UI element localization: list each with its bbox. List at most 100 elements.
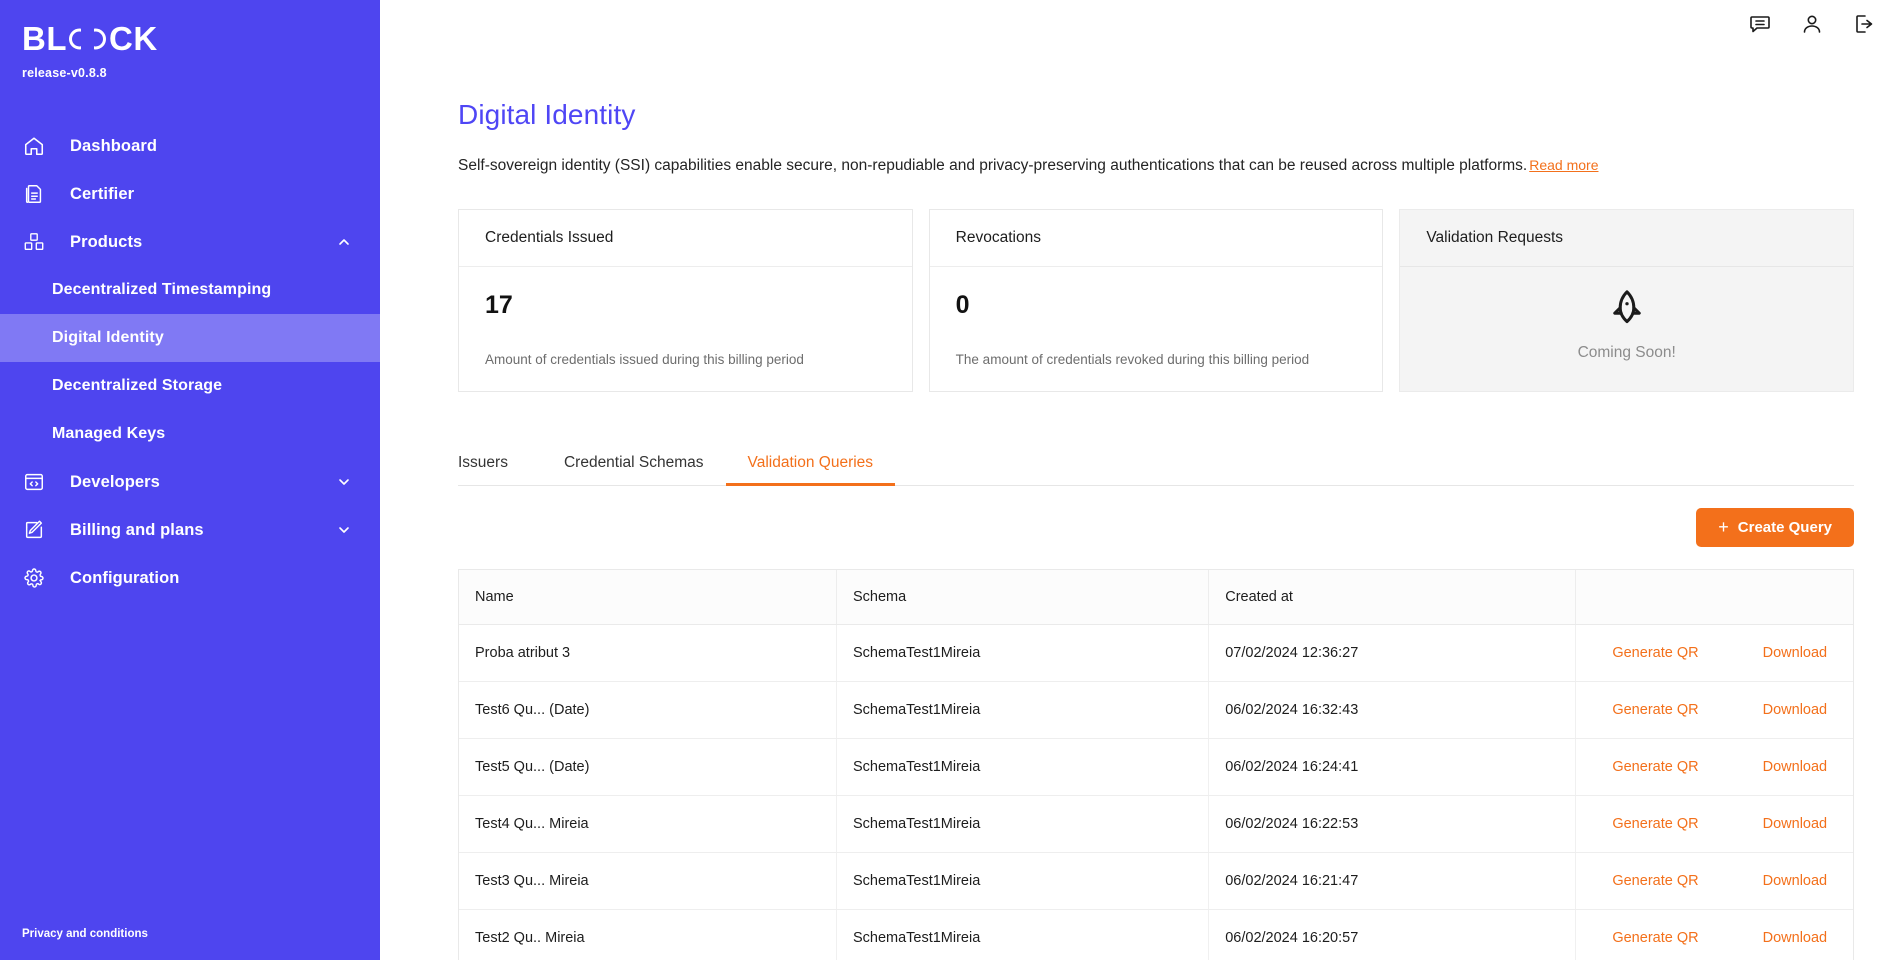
cell-schema: SchemaTest1Mireia <box>836 681 1210 739</box>
download-link[interactable]: Download <box>1763 759 1828 775</box>
sidebar-item-certifier[interactable]: Certifier <box>0 170 380 218</box>
sidebar: BL CK release-v0.8.8 Dashboard Certifier… <box>0 0 380 960</box>
cell-created-at: 06/02/2024 16:22:53 <box>1208 795 1577 853</box>
app-root: BL CK release-v0.8.8 Dashboard Certifier… <box>0 0 1904 960</box>
generate-qr-link[interactable]: Generate QR <box>1612 702 1698 718</box>
chat-icon[interactable] <box>1748 12 1772 36</box>
generate-qr-link[interactable]: Generate QR <box>1612 873 1698 889</box>
validation-queries-table: Name Schema Created at Proba atribut 3 S… <box>458 568 1854 960</box>
chevron-up-icon[interactable] <box>336 234 352 250</box>
tab-bar: Issuers Credential Schemas Validation Qu… <box>458 454 1854 486</box>
generate-qr-link[interactable]: Generate QR <box>1612 645 1698 661</box>
download-link[interactable]: Download <box>1763 816 1828 832</box>
card-body: 0 The amount of credentials revoked duri… <box>930 267 1383 391</box>
chevron-down-icon[interactable] <box>336 474 352 490</box>
generate-qr-link[interactable]: Generate QR <box>1612 930 1698 946</box>
plus-icon: + <box>1718 517 1729 538</box>
sidebar-item-digital-identity[interactable]: Digital Identity <box>0 314 380 362</box>
read-more-link[interactable]: Read more <box>1529 157 1598 173</box>
cell-schema: SchemaTest1Mireia <box>836 909 1210 960</box>
cell-schema: SchemaTest1Mireia <box>836 738 1210 796</box>
logout-icon[interactable] <box>1852 12 1876 36</box>
document-icon <box>22 182 46 206</box>
cell-created-at: 06/02/2024 16:32:43 <box>1208 681 1577 739</box>
cell-created-at: 06/02/2024 16:24:41 <box>1208 738 1577 796</box>
sidebar-item-label: Decentralized Timestamping <box>52 281 272 298</box>
page-description: Self-sovereign identity (SSI) capabiliti… <box>458 155 1854 177</box>
card-title: Credentials Issued <box>459 210 912 268</box>
generate-qr-link[interactable]: Generate QR <box>1612 759 1698 775</box>
action-bar: + Create Query <box>458 507 1854 547</box>
download-link[interactable]: Download <box>1763 645 1828 661</box>
sidebar-item-label: Billing and plans <box>70 520 204 539</box>
code-window-icon <box>22 470 46 494</box>
cell-actions: Generate QR Download <box>1575 738 1853 796</box>
brand: BL CK release-v0.8.8 <box>0 0 380 80</box>
table-head: Name Schema Created at <box>459 569 1853 625</box>
create-query-button[interactable]: + Create Query <box>1696 507 1854 547</box>
cell-actions: Generate QR Download <box>1575 852 1853 910</box>
sidebar-item-billing-and-plans[interactable]: Billing and plans <box>0 506 380 554</box>
cell-actions: Generate QR Download <box>1575 795 1853 853</box>
table-row[interactable]: Proba atribut 3 SchemaTest1Mireia 07/02/… <box>459 624 1853 682</box>
card-revocations: Revocations 0 The amount of credentials … <box>928 209 1384 392</box>
page-content: Digital Identity Self-sovereign identity… <box>380 48 1904 960</box>
logo-text-right: CK <box>109 20 158 57</box>
card-validation-requests: Validation Requests Coming Soon! <box>1399 209 1855 392</box>
stat-cards: Credentials Issued 17 Amount of credenti… <box>458 209 1855 392</box>
sidebar-item-decentralized-timestamping[interactable]: Decentralized Timestamping <box>0 266 380 314</box>
tab-validation-queries[interactable]: Validation Queries <box>725 454 896 486</box>
sidebar-item-managed-keys[interactable]: Managed Keys <box>0 410 380 458</box>
column-header-actions <box>1575 569 1853 625</box>
release-version: release-v0.8.8 <box>22 66 107 80</box>
privacy-and-conditions-link[interactable]: Privacy and conditions <box>22 928 148 940</box>
tab-credential-schemas[interactable]: Credential Schemas <box>542 454 726 485</box>
sidebar-item-decentralized-storage[interactable]: Decentralized Storage <box>0 362 380 410</box>
cell-name: Test5 Qu... (Date) <box>459 738 837 796</box>
sidebar-item-dashboard[interactable]: Dashboard <box>0 122 380 170</box>
sidebar-nav: Dashboard Certifier Products Decentraliz… <box>0 122 380 602</box>
card-subtitle: The amount of credentials revoked during… <box>955 352 1310 368</box>
cell-name: Test6 Qu... (Date) <box>459 681 837 739</box>
cell-name: Test2 Qu.. Mireia <box>459 909 837 960</box>
user-icon[interactable] <box>1800 12 1824 36</box>
table-row[interactable]: Test5 Qu... (Date) SchemaTest1Mireia 06/… <box>459 738 1853 796</box>
table-header-row: Name Schema Created at <box>459 569 1853 625</box>
chevron-down-icon[interactable] <box>336 522 352 538</box>
sidebar-item-label: Dashboard <box>70 136 158 155</box>
table-row[interactable]: Test6 Qu... (Date) SchemaTest1Mireia 06/… <box>459 681 1853 739</box>
sidebar-item-products[interactable]: Products <box>0 218 380 266</box>
sidebar-item-label: Decentralized Storage <box>52 377 223 394</box>
sidebar-item-label: Digital Identity <box>52 329 164 346</box>
page-description-text: Self-sovereign identity (SSI) capabiliti… <box>458 156 1528 174</box>
table-body: Proba atribut 3 SchemaTest1Mireia 07/02/… <box>459 624 1853 960</box>
create-query-label: Create Query <box>1737 518 1832 536</box>
table-row[interactable]: Test2 Qu.. Mireia SchemaTest1Mireia 06/0… <box>459 909 1853 960</box>
tab-issuers[interactable]: Issuers <box>458 454 530 485</box>
cell-created-at: 06/02/2024 16:20:57 <box>1208 909 1577 960</box>
cell-created-at: 07/02/2024 12:36:27 <box>1208 624 1577 682</box>
boxes-icon <box>22 230 46 254</box>
cell-created-at: 06/02/2024 16:21:47 <box>1208 852 1577 910</box>
download-link[interactable]: Download <box>1763 702 1828 718</box>
column-header-name: Name <box>459 569 837 625</box>
generate-qr-link[interactable]: Generate QR <box>1612 816 1698 832</box>
cell-actions: Generate QR Download <box>1575 624 1853 682</box>
sidebar-item-developers[interactable]: Developers <box>0 458 380 506</box>
download-link[interactable]: Download <box>1763 873 1828 889</box>
download-link[interactable]: Download <box>1763 930 1828 946</box>
cell-schema: SchemaTest1Mireia <box>836 852 1210 910</box>
card-title: Revocations <box>929 210 1383 268</box>
rocket-icon <box>1606 288 1648 330</box>
page-title: Digital Identity <box>458 99 636 130</box>
table-row[interactable]: Test3 Qu... Mireia SchemaTest1Mireia 06/… <box>459 852 1853 910</box>
top-bar <box>380 0 1904 48</box>
sidebar-item-configuration[interactable]: Configuration <box>0 554 380 602</box>
coming-soon-block: Coming Soon! <box>1400 267 1853 391</box>
coming-soon-label: Coming Soon! <box>1577 344 1676 362</box>
column-header-schema: Schema <box>836 569 1210 625</box>
table-row[interactable]: Test4 Qu... Mireia SchemaTest1Mireia 06/… <box>459 795 1853 853</box>
card-body: 17 Amount of credentials issued during t… <box>459 267 912 391</box>
gear-icon <box>22 566 46 590</box>
logo-text-left: BL <box>22 20 67 57</box>
